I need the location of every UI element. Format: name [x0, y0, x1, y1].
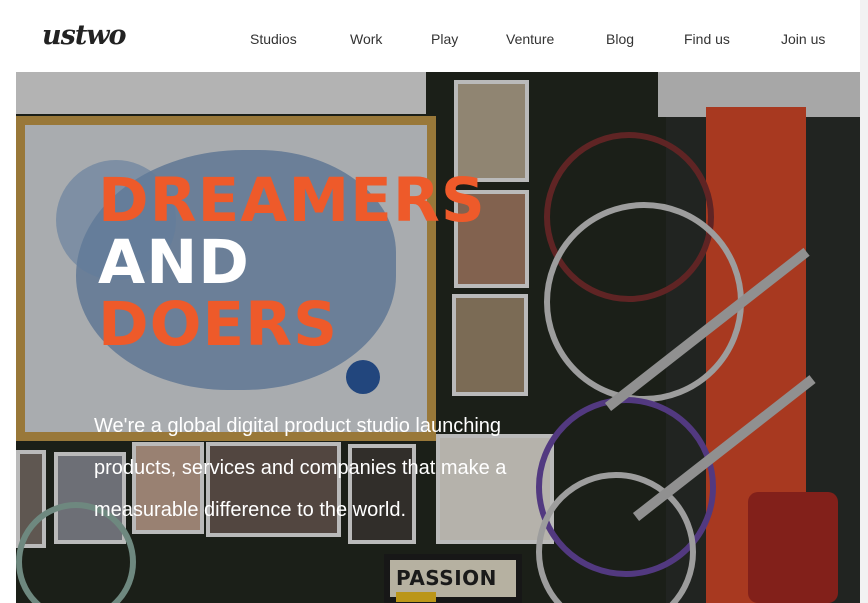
- logo[interactable]: ustwo: [42, 20, 127, 51]
- nav-join-us[interactable]: Join us: [781, 31, 825, 47]
- nav-find-us[interactable]: Find us: [684, 31, 730, 47]
- headline-line-3: DOERS: [98, 289, 339, 360]
- headline-line-2: AND: [98, 227, 250, 298]
- tagline-line-2: products, services and companies that ma…: [94, 457, 507, 479]
- nav-play[interactable]: Play: [431, 31, 458, 47]
- tagline-line-3: measurable difference to the world.: [94, 499, 407, 521]
- nav-work[interactable]: Work: [350, 31, 382, 47]
- tagline-line-1: We're a global digital product studio la…: [94, 415, 502, 437]
- hero-headline: DREAMERS AND DOERS: [98, 170, 486, 356]
- site-header: ustwo Studios Work Play Venture Blog Fin…: [16, 0, 860, 72]
- nav-blog[interactable]: Blog: [606, 31, 634, 47]
- nav-venture[interactable]: Venture: [506, 31, 554, 47]
- nav-studios[interactable]: Studios: [250, 31, 297, 47]
- hero-tagline: We're a global digital product studio la…: [94, 405, 614, 531]
- headline-line-1: DREAMERS: [98, 165, 486, 236]
- scrollbar[interactable]: [860, 0, 868, 603]
